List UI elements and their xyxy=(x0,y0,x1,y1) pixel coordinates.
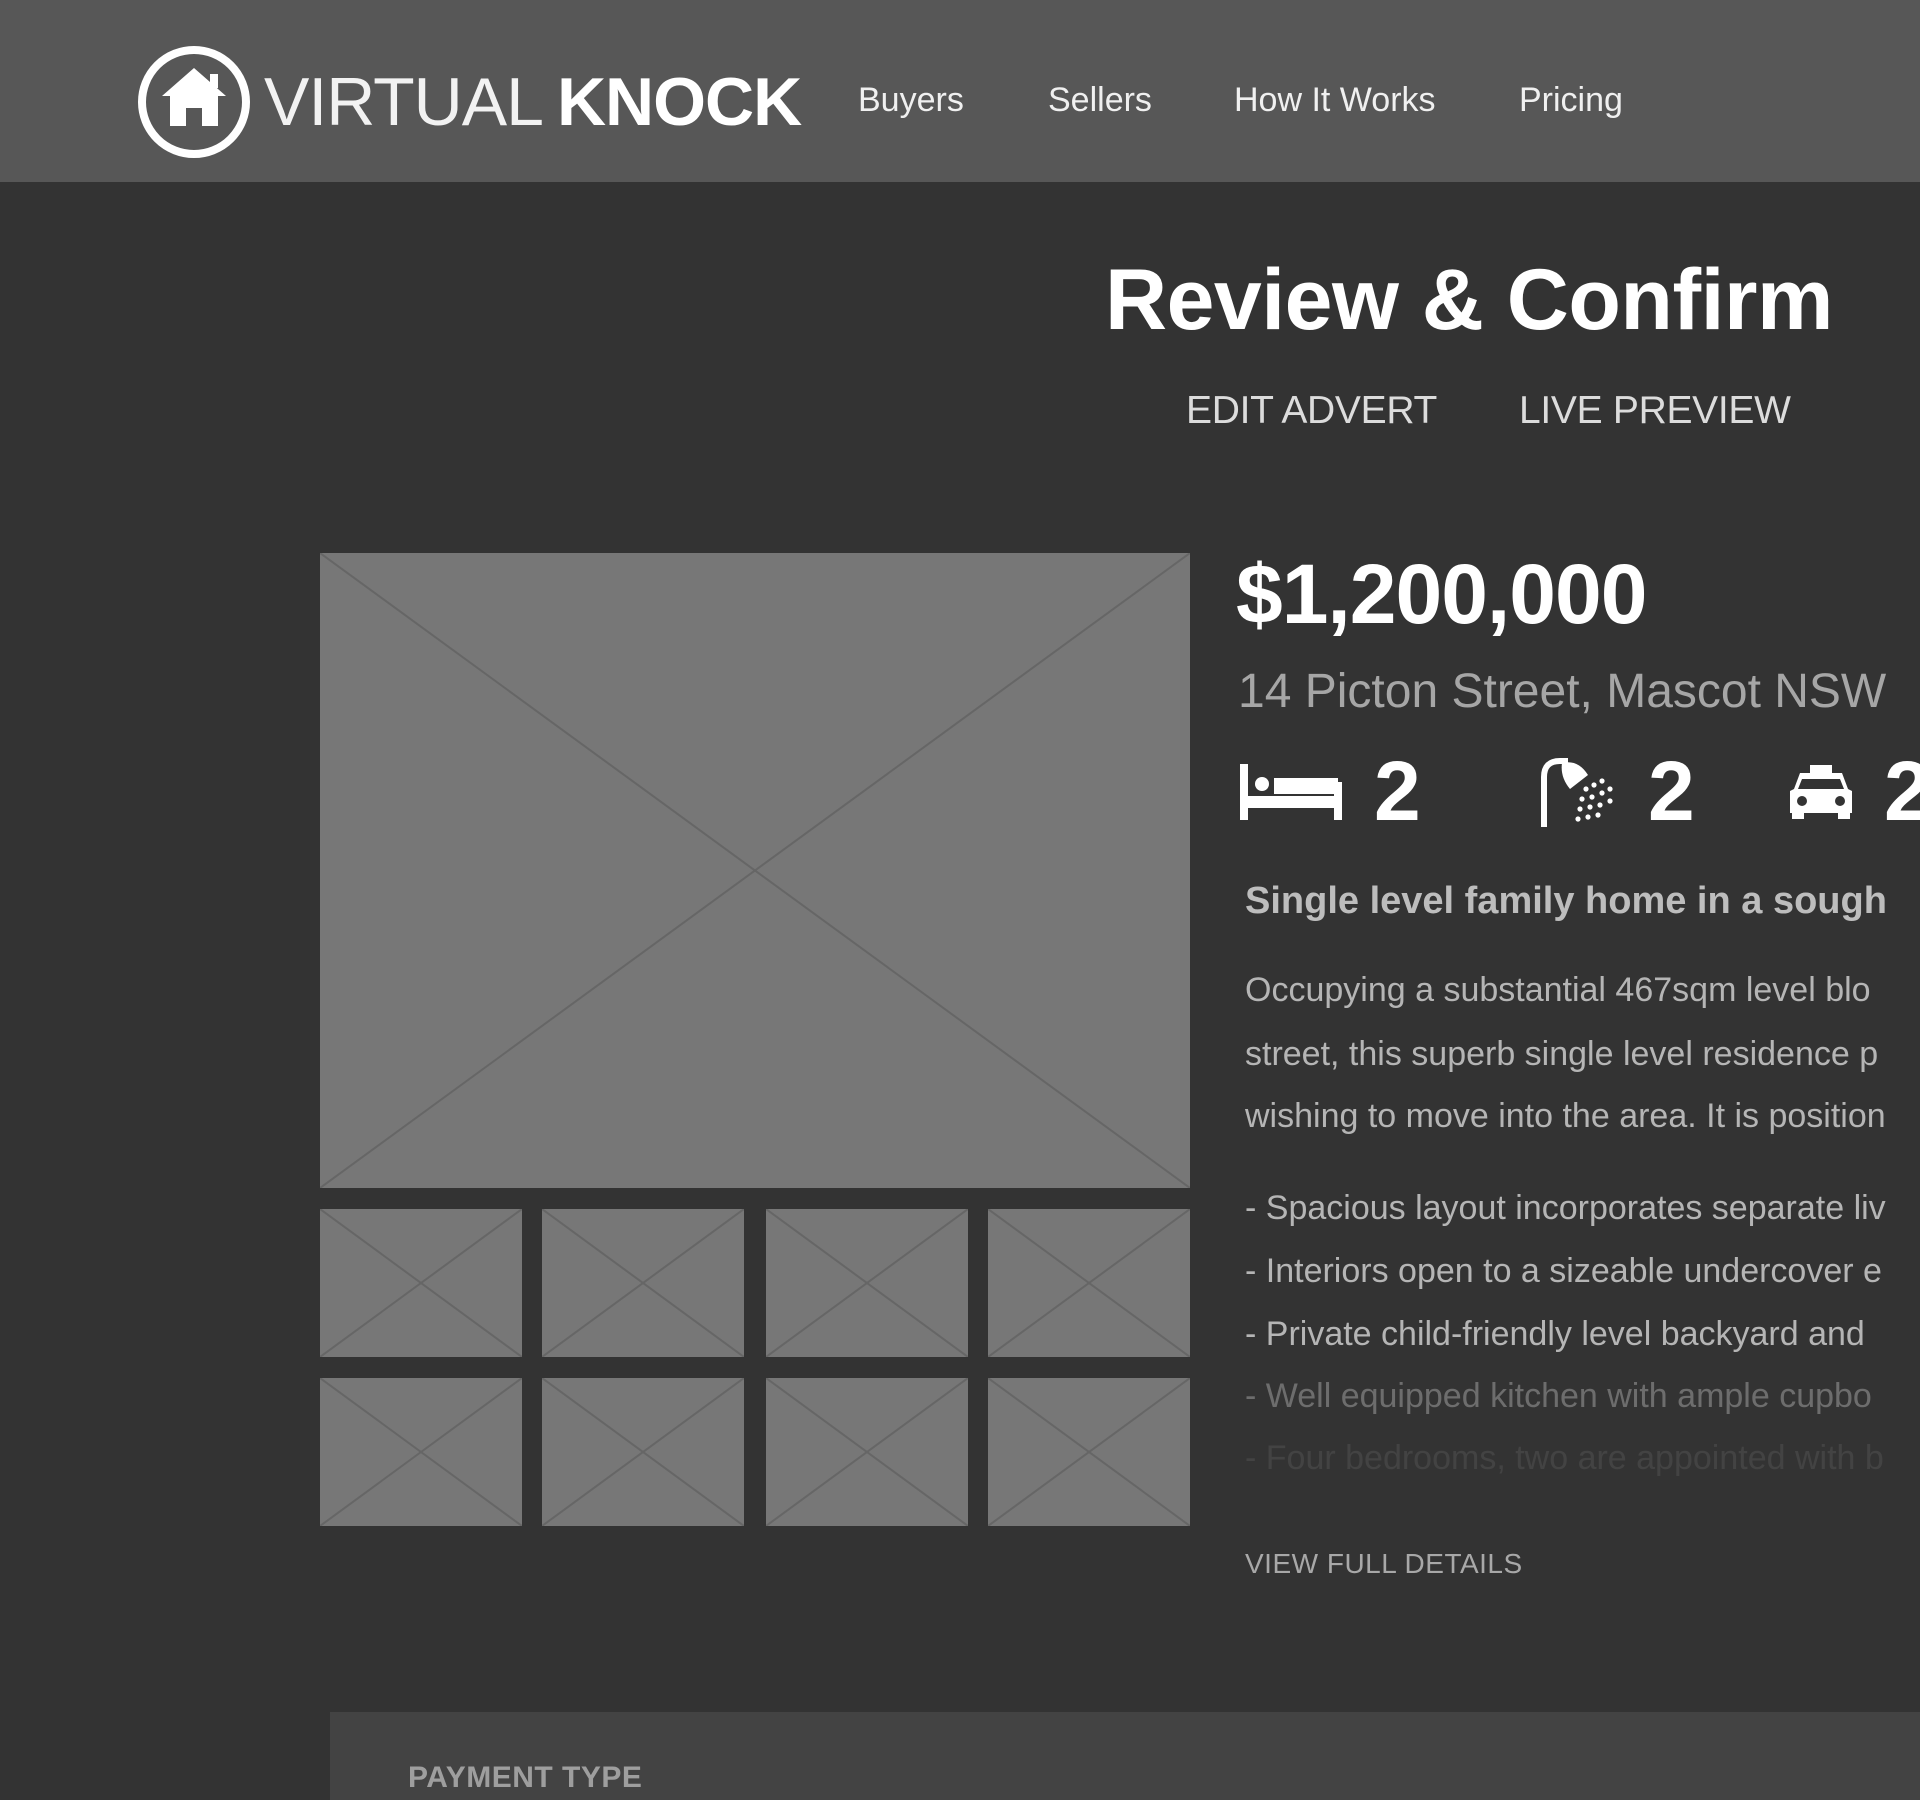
feature-bullet: - Well equipped kitchen with ample cupbo xyxy=(1245,1377,1872,1415)
tab-edit-advert[interactable]: EDIT ADVERT xyxy=(1186,386,1437,436)
house-icon xyxy=(138,46,250,158)
thumbnail-image[interactable] xyxy=(766,1378,968,1526)
tab-live-preview[interactable]: LIVE PREVIEW xyxy=(1519,386,1791,436)
page-title: Review & Confirm xyxy=(1105,252,1833,348)
nav-sellers[interactable]: Sellers xyxy=(1048,78,1152,122)
thumbnail-image[interactable] xyxy=(988,1209,1190,1357)
feature-car-spaces: 2 xyxy=(1788,748,1920,834)
shower-icon xyxy=(1541,758,1613,827)
thumbnail-image[interactable] xyxy=(988,1378,1190,1526)
brand-name: VIRTUAL KNOCK xyxy=(264,68,802,136)
feature-bullet: - Four bedrooms, two are appointed with … xyxy=(1245,1439,1884,1477)
listing-price: $1,200,000 xyxy=(1236,547,1647,641)
description-line: wishing to move into the area. It is pos… xyxy=(1245,1097,1886,1135)
car-space-count: 2 xyxy=(1884,744,1920,838)
car-icon xyxy=(1790,765,1852,819)
thumbnail-image[interactable] xyxy=(766,1209,968,1357)
listing-address: 14 Picton Street, Mascot NSW xyxy=(1238,665,1887,718)
brand-logo[interactable]: VIRTUAL KNOCK xyxy=(136,44,802,160)
thumbnail-image[interactable] xyxy=(320,1209,522,1357)
listing-headline: Single level family home in a sough xyxy=(1245,880,1887,922)
feature-bullet: - Spacious layout incorporates separate … xyxy=(1245,1189,1886,1227)
description-line: street, this superb single level residen… xyxy=(1245,1035,1879,1073)
thumbnail-image[interactable] xyxy=(320,1378,522,1526)
nav-how-it-works[interactable]: How It Works xyxy=(1234,78,1436,122)
brand-name-bold: KNOCK xyxy=(556,64,802,140)
feature-bullet: - Private child-friendly level backyard … xyxy=(1245,1315,1865,1353)
thumbnail-image[interactable] xyxy=(542,1209,744,1357)
feature-bathrooms: 2 xyxy=(1538,748,1695,834)
site-header: VIRTUAL KNOCK Buyers Sellers How It Works… xyxy=(0,0,1920,182)
brand-name-light: VIRTUAL xyxy=(264,64,544,140)
view-full-details-link[interactable]: VIEW FULL DETAILS xyxy=(1245,1544,1523,1584)
bed-icon xyxy=(1240,764,1342,820)
bathroom-count: 2 xyxy=(1648,744,1695,838)
payment-panel: PAYMENT TYPE xyxy=(330,1712,1920,1800)
bedroom-count: 2 xyxy=(1374,744,1421,838)
feature-bullet: - Interiors open to a sizeable undercove… xyxy=(1245,1252,1882,1290)
nav-buyers[interactable]: Buyers xyxy=(858,78,964,122)
main-image-placeholder[interactable] xyxy=(320,553,1190,1188)
feature-bedrooms: 2 xyxy=(1238,748,1421,834)
payment-type-label: PAYMENT TYPE xyxy=(408,1761,643,1794)
thumbnail-image[interactable] xyxy=(542,1378,744,1526)
description-line: Occupying a substantial 467sqm level blo xyxy=(1245,971,1871,1009)
nav-pricing[interactable]: Pricing xyxy=(1519,78,1623,122)
